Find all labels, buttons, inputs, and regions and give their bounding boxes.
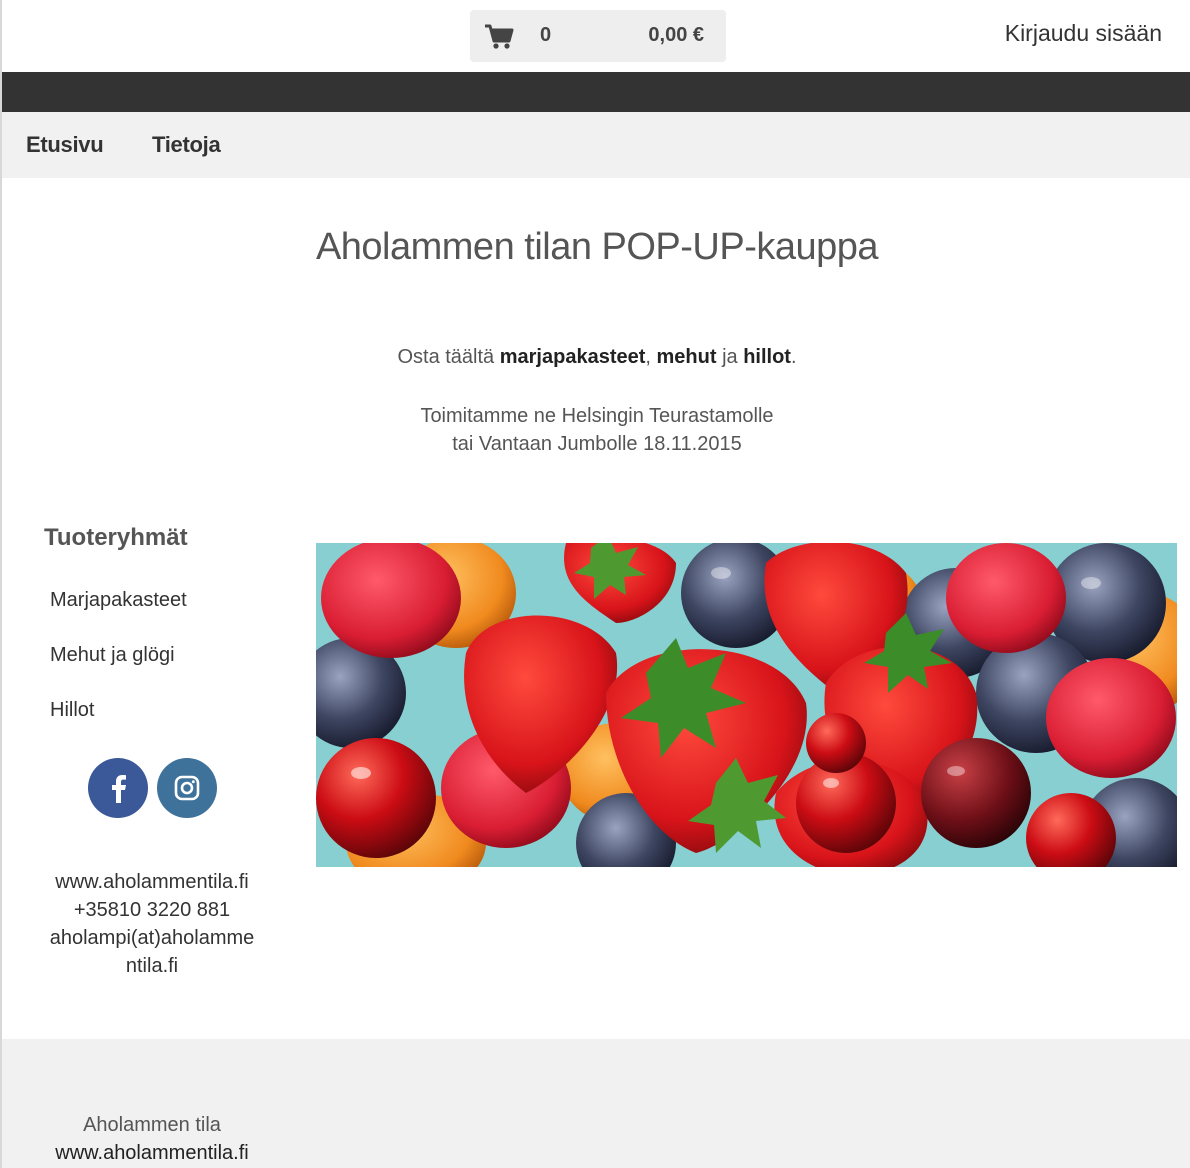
intro-text: Osta täältä marjapakasteet, mehut ja hil…: [2, 346, 1190, 369]
facebook-icon: [112, 775, 126, 803]
cart-item-count: 0: [540, 24, 552, 46]
top-bar: 0 0,00 € Kirjaudu sisään: [2, 0, 1190, 72]
delivery-info: Toimitamme ne Helsingin Teurastamolle ta…: [2, 402, 1190, 458]
contact-website[interactable]: www.aholammentila.fi: [42, 868, 262, 896]
intro-sep2: ja: [716, 346, 744, 368]
intro-item-juices: mehut: [656, 346, 717, 368]
page-title: Aholammen tilan POP-UP-kauppa: [315, 226, 879, 268]
intro-item-jams: hillot: [743, 346, 791, 368]
intro-sep1: ,: [645, 346, 657, 368]
main-nav: Etusivu Tietoja: [2, 112, 1190, 178]
login-link[interactable]: Kirjaudu sisään: [1005, 20, 1162, 47]
footer: Aholammen tila www.aholammentila.fi: [2, 1039, 1190, 1168]
footer-website[interactable]: www.aholammentila.fi: [42, 1139, 262, 1167]
contact-phone: +35810 3220 881: [73, 899, 231, 921]
delivery-line-1: Toimitamme ne Helsingin Teurastamolle: [420, 405, 774, 427]
header-band: [2, 72, 1190, 112]
berries-banner-image: [316, 543, 1177, 867]
intro-item-berries: marjapakasteet: [499, 346, 646, 368]
category-link-marjapakasteet[interactable]: Marjapakasteet: [50, 589, 187, 612]
facebook-button[interactable]: [88, 758, 148, 818]
contact-email-line-2: ntila.fi: [125, 955, 179, 977]
category-link-hillot[interactable]: Hillot: [50, 699, 94, 722]
delivery-line-2: tai Vantaan Jumbolle 18.11.2015: [452, 433, 742, 455]
category-link-mehut[interactable]: Mehut ja glögi: [50, 644, 175, 667]
cart-total: 0,00 €: [648, 24, 704, 46]
intro-prefix: Osta täältä: [397, 346, 500, 368]
nav-item-etusivu[interactable]: Etusivu: [26, 132, 104, 158]
contact-email-line-1: aholampi(at)aholamme: [49, 927, 255, 949]
footer-info: Aholammen tila www.aholammentila.fi: [42, 1111, 262, 1167]
intro-suffix: .: [790, 346, 797, 368]
instagram-button[interactable]: [157, 758, 217, 818]
sidebar-heading: Tuoteryhmät: [44, 524, 188, 551]
contact-info: www.aholammentila.fi +35810 3220 881 aho…: [42, 868, 262, 980]
berries-illustration: [316, 543, 1177, 867]
page: 0 0,00 € Kirjaudu sisään Etusivu Tietoja…: [0, 0, 1190, 1168]
nav-item-tietoja[interactable]: Tietoja: [152, 132, 221, 158]
shopping-cart-icon: [485, 24, 514, 49]
instagram-icon: [174, 775, 200, 801]
cart-button[interactable]: 0 0,00 €: [470, 10, 726, 62]
footer-company-name: Aholammen tila: [83, 1114, 221, 1136]
